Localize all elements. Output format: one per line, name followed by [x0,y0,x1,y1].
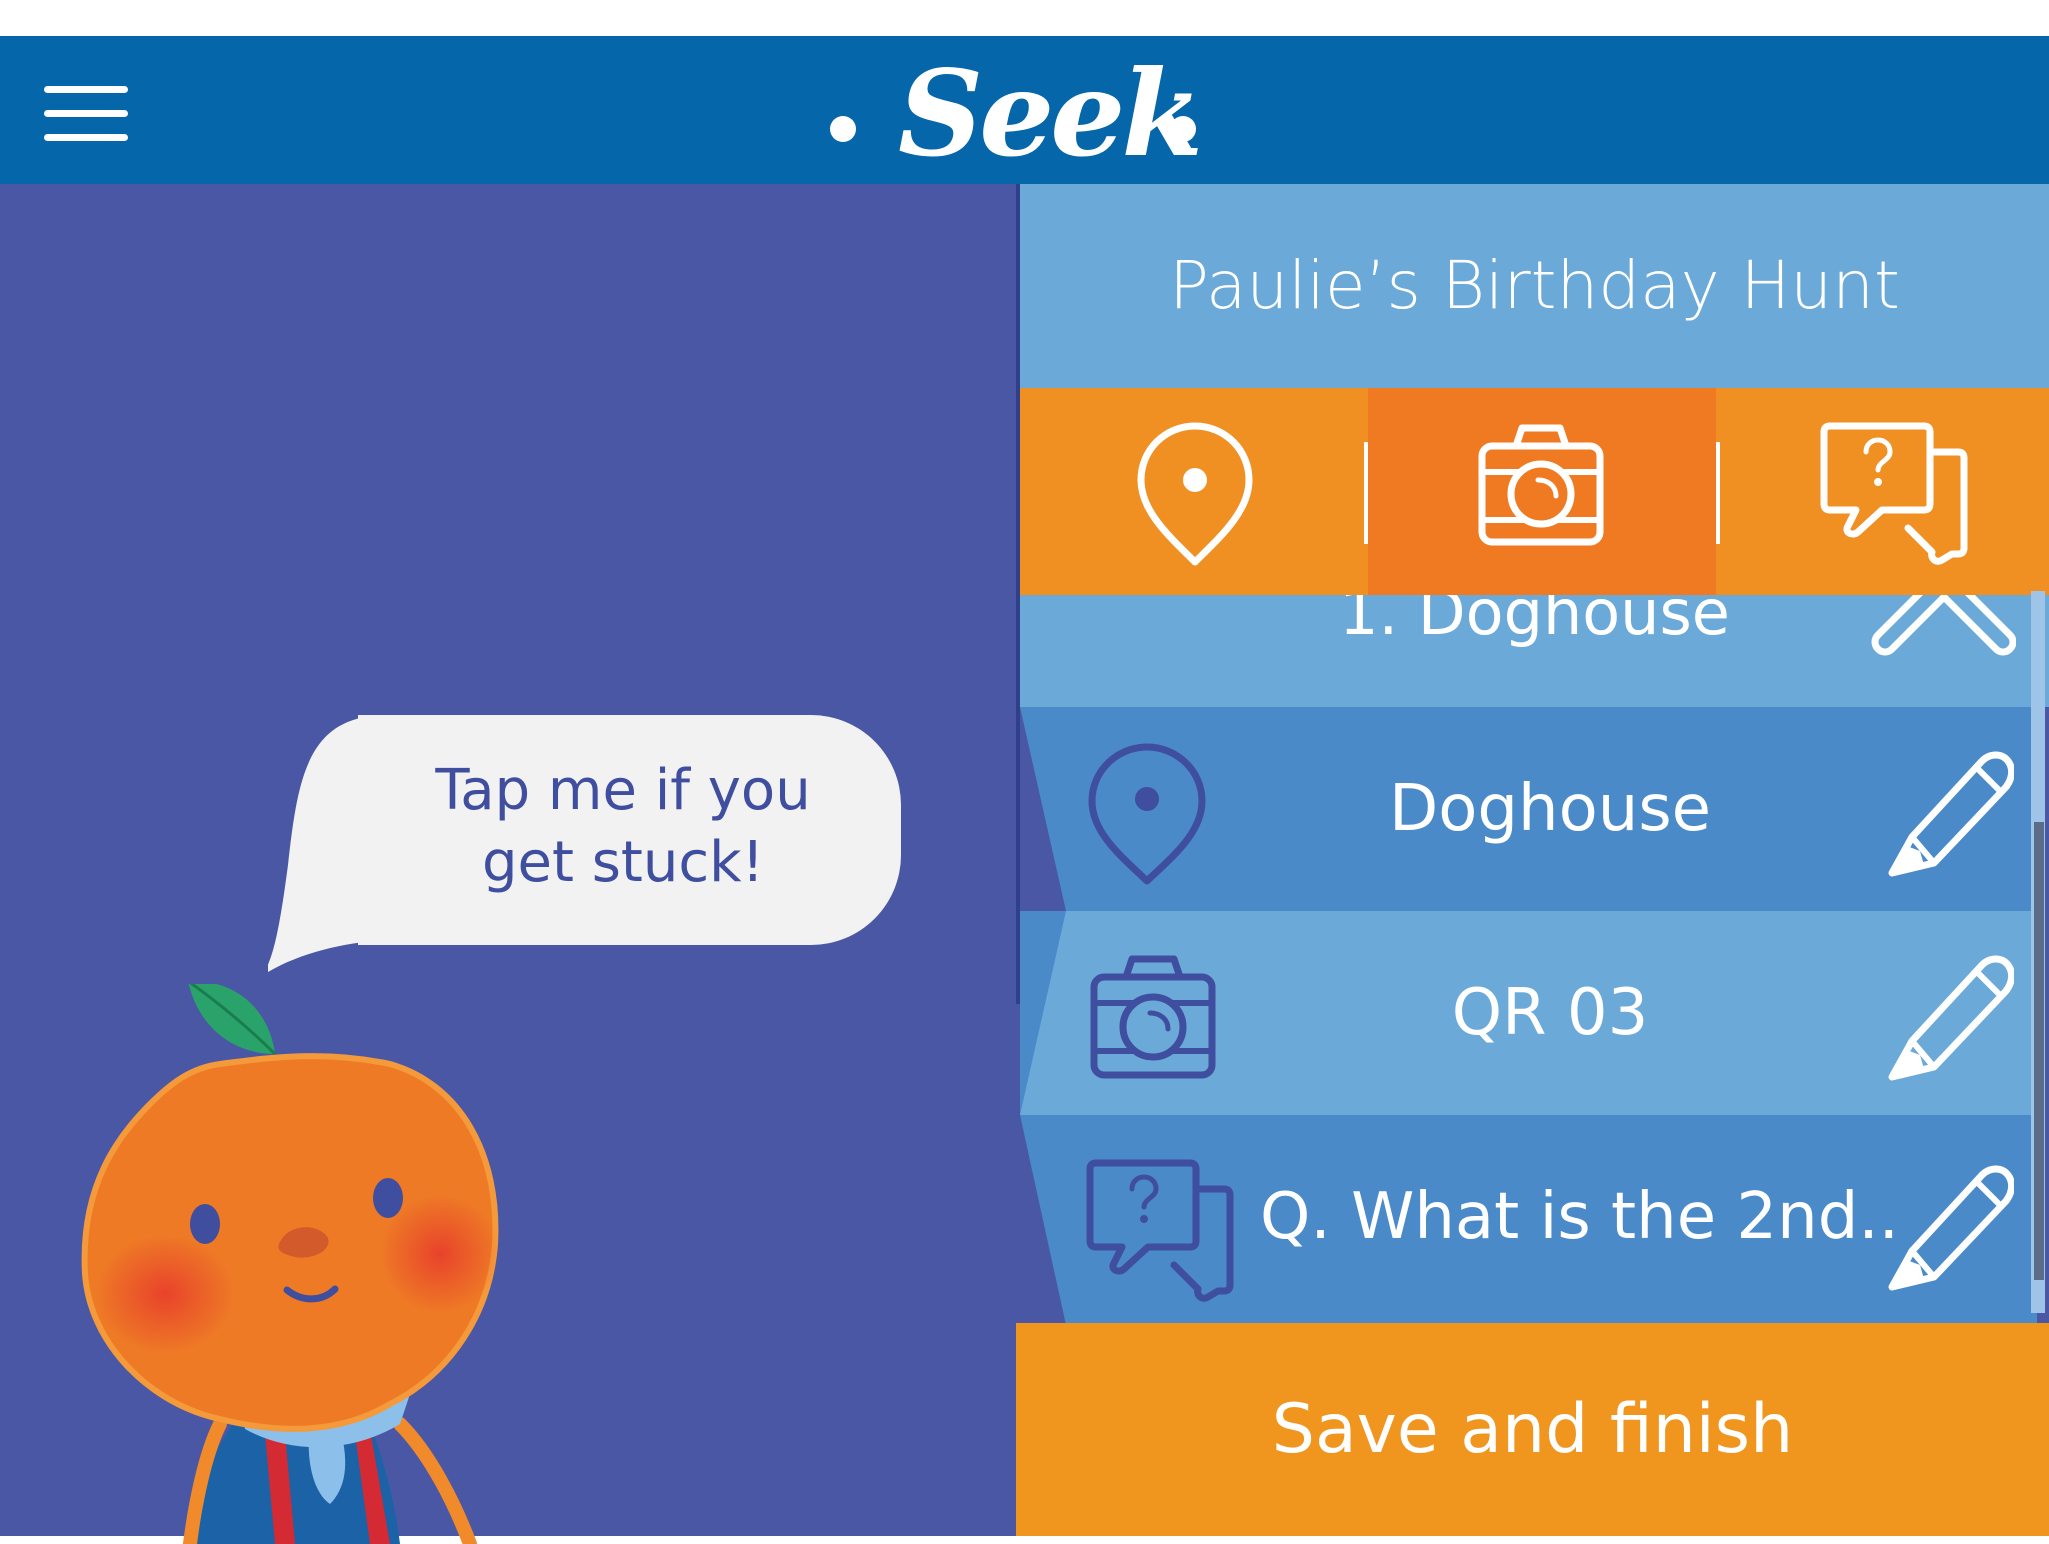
step-item[interactable]: Doghouse [1020,707,2037,911]
scrollbar-thumb[interactable] [2034,822,2044,1280]
location-pin-icon [1137,422,1253,566]
app-logo: Seek [820,50,1220,178]
question-chat-icon [1086,1159,1234,1302]
camera-icon [1478,424,1604,546]
pencil-icon[interactable] [1884,741,2014,877]
step-label: Q. What is the 2nd.. [1260,1180,1899,1254]
speech-bubble[interactable]: Tap me if you get stuck! [268,715,901,973]
add-photo-button[interactable] [1368,388,1716,595]
helper-panel: Tap me if you get stuck! [0,184,1016,1544]
add-location-button[interactable] [1020,388,1365,595]
question-chat-icon [1820,422,1968,565]
logo-dot-left [830,116,856,142]
step-section-header[interactable]: 1. Doghouse [1020,595,2049,707]
save-and-finish-button[interactable]: Save and finish [1016,1323,2049,1536]
orange-mascot[interactable] [70,984,530,1544]
pencil-icon[interactable] [1884,945,2014,1081]
hunt-title: Paulie’s Birthday Hunt [1020,184,2049,388]
step-item[interactable]: Q. What is the 2nd.. [1020,1115,2037,1325]
step-label: Doghouse [1388,772,1712,846]
hamburger-menu-icon[interactable] [44,86,128,142]
pencil-icon[interactable] [1884,1155,2014,1291]
logo-dot-right [1170,116,1196,142]
add-step-toolbar [1020,388,2049,595]
chevron-up-icon[interactable] [1868,595,2016,707]
add-question-button[interactable] [1720,388,2049,595]
helper-message: Tap me if you get stuck! [435,758,811,895]
top-bar: Seek [0,36,2049,184]
step-label: QR 03 [1451,976,1649,1050]
logo-text: Seek [898,44,1203,183]
step-item[interactable]: QR 03 [1020,911,2037,1115]
